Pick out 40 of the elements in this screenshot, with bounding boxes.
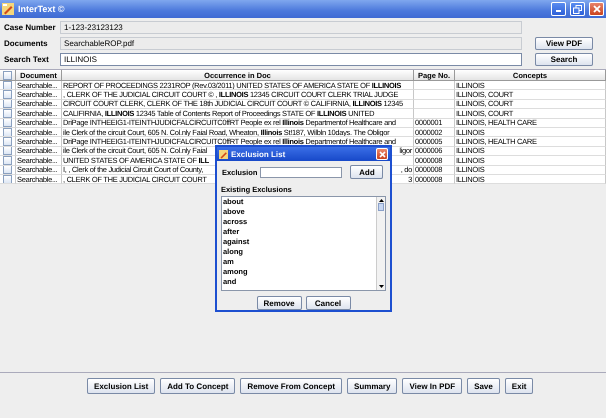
case-number-field[interactable]: 1-123-23123123 [60, 21, 522, 34]
search-button[interactable]: Search [535, 53, 593, 66]
add-button[interactable]: Add [350, 165, 384, 179]
minimize-button[interactable] [551, 2, 566, 16]
toolbar-button[interactable]: Exclusion List [87, 378, 156, 394]
scrollbar-thumb[interactable] [378, 203, 384, 211]
row-checkbox[interactable] [3, 109, 12, 118]
search-text-label: Search Text [4, 55, 50, 64]
restore-button[interactable] [570, 2, 585, 16]
search-field[interactable]: ILLINOIS [60, 53, 522, 66]
row-checkbox[interactable] [3, 90, 12, 99]
toolbar-button[interactable]: View In PDF [402, 378, 462, 394]
toolbar-button[interactable]: Save [467, 378, 500, 394]
view-pdf-button[interactable]: View PDF [535, 37, 593, 50]
row-checkbox[interactable] [3, 81, 12, 90]
row-checkbox[interactable] [3, 156, 12, 164]
restore-icon [573, 4, 582, 14]
close-button[interactable] [589, 2, 604, 16]
close-button[interactable] [376, 148, 388, 160]
toolbar-button[interactable]: Exit [504, 378, 534, 394]
scrollbar[interactable] [376, 197, 385, 290]
scroll-up-icon[interactable] [378, 197, 384, 203]
toolbar-button[interactable]: Add To Concept [160, 378, 236, 394]
window-title: InterText © [18, 4, 66, 14]
toolbar-button[interactable]: Summary [347, 378, 398, 394]
dialog-button[interactable]: Cancel [306, 296, 350, 310]
app-icon [2, 3, 14, 15]
close-icon [592, 5, 600, 13]
app-icon [219, 150, 228, 158]
documents-label: Documents [4, 39, 49, 48]
toolbar-button[interactable]: Remove From Concept [240, 378, 342, 394]
dialog-button[interactable]: Remove [256, 296, 302, 310]
dialog-title: Exclusion List [231, 150, 286, 158]
scroll-down-icon[interactable] [378, 284, 384, 290]
row-checkbox[interactable] [3, 137, 12, 146]
close-icon [378, 150, 386, 158]
documents-field[interactable]: SearchableROP.pdf [60, 37, 522, 50]
select-all-checkbox[interactable] [3, 70, 12, 80]
case-number-label: Case Number [4, 23, 56, 32]
exclusion-field[interactable] [260, 166, 342, 178]
